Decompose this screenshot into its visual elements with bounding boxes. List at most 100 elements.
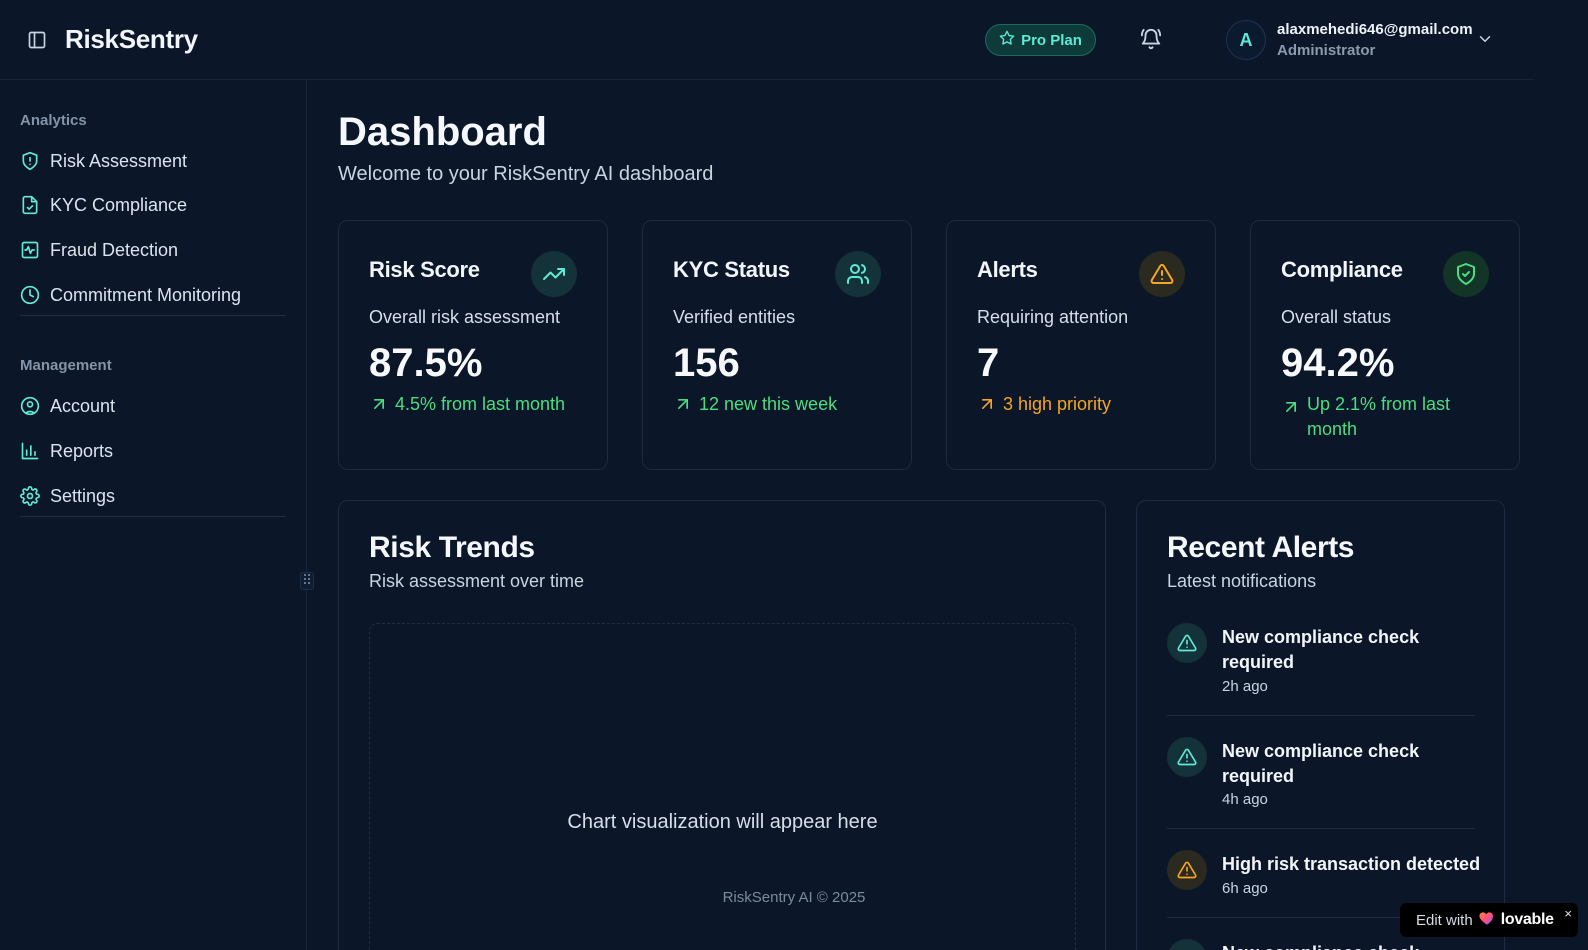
risk-trends-card: Risk Trends Risk assessment over time Ch… [338,500,1106,950]
alert-item[interactable]: New compliance check required 4h ago [1167,737,1475,817]
shield-alert-icon [20,151,40,171]
stat-trend-text: 4.5% from last month [395,394,566,414]
recent-alerts-card: Recent Alerts Latest notifications New c… [1136,500,1505,950]
chevron-down-icon[interactable] [1476,30,1494,48]
stat-description: Verified entities [673,307,796,327]
sidebar-item-label: Commitment Monitoring [50,284,242,305]
warning-icon [1139,251,1185,297]
sidebar-item-fraud-detection[interactable]: Fraud Detection [20,232,286,268]
sidebar-divider [20,315,286,316]
user-role: Administrator [1277,42,1376,59]
stat-trend-text: 3 high priority [1003,394,1112,414]
stat-title: Risk Score [369,257,480,282]
sidebar-item-risk-assessment[interactable]: Risk Assessment [20,143,286,179]
sidebar-item-label: KYC Compliance [50,194,188,215]
recent-alerts-title: Recent Alerts [1167,531,1355,564]
arrow-up-right-icon [1281,397,1301,417]
stat-trend: 4.5% from last month [369,392,589,417]
sidebar-group-management: Management [20,357,112,374]
risk-trends-subtitle: Risk assessment over time [369,571,585,591]
alert-title: High risk transaction detected [1222,854,1481,874]
sidebar-item-commitment-monitoring[interactable]: Commitment Monitoring [20,277,286,313]
user-avatar[interactable]: A [1226,20,1266,60]
gear-icon [20,486,40,506]
shield-check-icon [1443,251,1489,297]
stat-description: Overall risk assessment [369,307,561,327]
sidebar-item-label: Account [50,395,116,416]
stat-description: Overall status [1281,307,1392,327]
sidebar-item-account[interactable]: Account [20,388,286,424]
sidebar-divider [20,516,286,517]
footer-copyright: RiskSentry AI © 2025 [722,889,866,906]
edit-with-lovable-badge[interactable]: Edit with lovable × [1400,903,1578,937]
risk-trends-title: Risk Trends [369,531,535,564]
user-circle-icon [20,396,40,416]
pro-plan-label: Pro Plan [1021,31,1082,49]
chart-placeholder-message: Chart visualization will appear here [567,811,878,833]
sidebar-item-label: Fraud Detection [50,239,179,260]
alert-title: New compliance check required [1222,627,1420,672]
stat-trend-text: 12 new this week [699,394,838,414]
sidebar: Analytics Risk Assessment KYC Compliance… [0,80,307,950]
sidebar-group-analytics: Analytics [20,112,87,129]
notification-bell-icon[interactable] [1140,28,1162,50]
alert-item[interactable]: New compliance check [1167,939,1475,950]
stat-description: Requiring attention [977,307,1129,327]
alert-time: 4h ago [1222,791,1268,808]
stat-card-kyc-status: KYC Status Verified entities 156 12 new … [642,220,912,470]
stat-card-compliance: Compliance Overall status 94.2% Up 2.1% … [1250,220,1520,470]
recent-alerts-subtitle: Latest notifications [1167,571,1317,591]
arrow-up-right-icon [977,394,997,414]
edit-with-label: Edit with [1416,911,1473,929]
arrow-up-right-icon [673,394,693,414]
stat-card-risk-score: Risk Score Overall risk assessment 87.5%… [338,220,608,470]
stat-value: 87.5% [369,341,483,385]
stat-value: 94.2% [1281,341,1395,385]
stat-value: 7 [977,341,1000,385]
sidebar-item-label: Risk Assessment [50,150,188,171]
alert-triangle-icon [1167,623,1207,663]
heart-icon [1478,909,1496,932]
sidebar-resize-handle[interactable] [300,572,314,590]
clock-icon [20,285,40,305]
page-subtitle: Welcome to your RiskSentry AI dashboard [338,163,714,185]
sidebar-item-reports[interactable]: Reports [20,433,286,469]
pro-plan-button[interactable]: Pro Plan [985,24,1096,56]
alert-title: New compliance check [1222,941,1472,950]
stat-title: KYC Status [673,257,790,282]
star-icon [999,30,1015,50]
stat-title: Compliance [1281,257,1403,282]
sidebar-item-label: Reports [50,440,114,461]
stat-trend: 3 high priority [977,392,1197,417]
sidebar-toggle-icon[interactable] [27,30,47,50]
lovable-brand: lovable [1500,911,1554,928]
alert-time: 6h ago [1222,880,1268,897]
alert-triangle-icon [1167,737,1207,777]
arrow-up-right-icon [369,394,389,414]
alert-title: New compliance check required [1222,741,1420,786]
alert-divider [1167,828,1475,829]
stat-trend: Up 2.1% from last month [1281,392,1501,442]
activity-icon [20,240,40,260]
badge-close-icon[interactable]: × [1564,906,1572,921]
chart-placeholder: Chart visualization will appear here Ris… [369,623,1076,950]
alert-time: 2h ago [1222,678,1268,695]
alert-divider [1167,715,1475,716]
page-title: Dashboard [338,110,547,154]
file-check-icon [20,195,40,215]
users-icon [835,251,881,297]
sidebar-item-settings[interactable]: Settings [20,478,286,514]
stat-trend: 12 new this week [673,392,893,417]
sidebar-item-kyc-compliance[interactable]: KYC Compliance [20,187,286,223]
stat-title: Alerts [977,257,1038,282]
user-email[interactable]: alaxmehedi646@gmail.com [1277,21,1473,38]
warning-icon [1167,850,1207,890]
brand-title: RiskSentry [65,24,198,54]
alert-item[interactable]: New compliance check required 2h ago [1167,623,1475,703]
alert-item[interactable]: High risk transaction detected 6h ago [1167,850,1480,906]
trending-up-icon [531,251,577,297]
grip-vertical-icon [303,572,311,590]
bar-chart-icon [20,441,40,461]
stat-card-alerts: Alerts Requiring attention 7 3 high prio… [946,220,1216,470]
alert-triangle-icon [1167,939,1207,950]
